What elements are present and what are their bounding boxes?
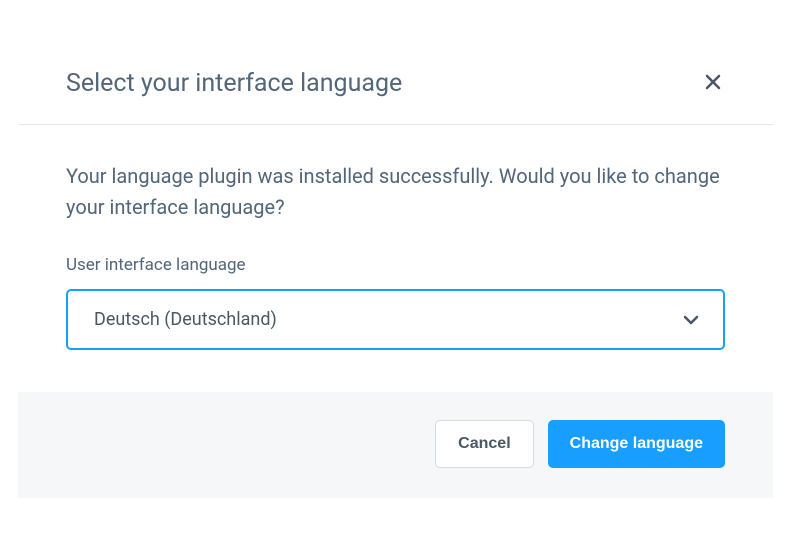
close-button[interactable] — [701, 68, 725, 98]
language-dialog: Select your interface language Your lang… — [18, 40, 773, 498]
close-icon — [705, 70, 721, 95]
dialog-body: Your language plugin was installed succe… — [18, 125, 773, 392]
dialog-title: Select your interface language — [66, 69, 402, 98]
dialog-footer: Cancel Change language — [18, 392, 773, 498]
chevron-down-icon — [683, 309, 699, 330]
cancel-button[interactable]: Cancel — [435, 420, 533, 468]
language-select-value: Deutsch (Deutschland) — [94, 309, 277, 330]
dialog-message: Your language plugin was installed succe… — [66, 161, 725, 223]
language-select-wrapper: Deutsch (Deutschland) — [66, 289, 725, 350]
language-field-label: User interface language — [66, 255, 725, 275]
change-language-button[interactable]: Change language — [548, 420, 725, 468]
dialog-header: Select your interface language — [18, 40, 773, 125]
language-select[interactable]: Deutsch (Deutschland) — [66, 289, 725, 350]
